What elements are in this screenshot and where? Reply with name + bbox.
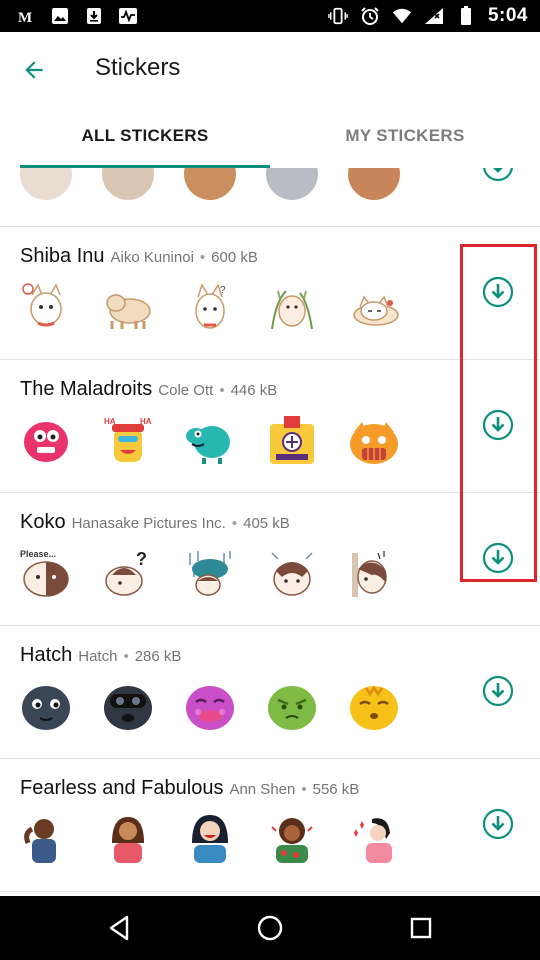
pack-author: Ann Shen (229, 781, 296, 798)
sticker-thumbnail (20, 168, 72, 200)
sticker-thumbnail (102, 813, 154, 865)
nav-back-button[interactable] (103, 912, 135, 944)
sticker-pack-list[interactable]: Shiba Inu Aiko Kuninoi • 600 kB ? The Ma… (0, 168, 540, 896)
sticker-thumbnail (184, 168, 236, 200)
pack-size: 556 kB (312, 781, 360, 798)
sticker-thumbnail: HA HA (102, 414, 154, 466)
sticker-thumbnail (266, 281, 318, 333)
home-circle-icon (257, 915, 283, 941)
separator-dot: • (301, 781, 307, 798)
sticker-pack-fearless-and-fabulous[interactable]: Fearless and Fabulous Ann Shen • 556 kB (0, 759, 540, 892)
nav-home-button[interactable] (254, 912, 286, 944)
sticker-thumbnail (102, 680, 154, 732)
arrow-left-icon (25, 61, 43, 79)
nav-recents-button[interactable] (405, 912, 437, 944)
sticker-thumbnail (184, 680, 236, 732)
sticker-pack-koko[interactable]: Koko Hanasake Pictures Inc. • 405 kB Ple… (0, 493, 540, 626)
sticker-thumbnail (266, 547, 318, 599)
pack-author: Cole Ott (158, 382, 214, 399)
back-button[interactable] (16, 52, 52, 88)
svg-text:Please...: Please... (20, 549, 56, 559)
download-circle-icon (482, 675, 514, 707)
sticker-thumbnail (348, 168, 400, 200)
separator-dot: • (219, 382, 225, 399)
app-bar: Stickers (0, 32, 540, 104)
sticker-thumbnail (266, 680, 318, 732)
sticker-thumbnail: ? (102, 547, 154, 599)
page-title: Stickers (95, 54, 181, 81)
sticker-thumbnail: ? (184, 281, 236, 333)
sticker-pack-hatch[interactable]: Hatch Hatch • 286 kB (0, 626, 540, 759)
alarm-icon (360, 6, 380, 26)
sticker-thumbnail (348, 281, 400, 333)
pack-author: Hatch (78, 648, 118, 665)
pulse-icon (118, 6, 138, 26)
partial-pack-row[interactable] (0, 168, 540, 227)
svg-text:HA: HA (140, 417, 152, 426)
download-circle-icon (483, 168, 513, 182)
pack-size: 600 kB (211, 249, 258, 266)
pack-size: 286 kB (134, 648, 182, 665)
sticker-thumbnail (184, 547, 236, 599)
pack-author: Aiko Kuninoi (110, 249, 194, 266)
download-notification-icon (84, 6, 104, 26)
download-circle-icon (482, 808, 514, 840)
battery-icon (456, 6, 476, 26)
pack-name: Fearless and Fabulous (20, 777, 224, 799)
sticker-thumbnail (102, 281, 154, 333)
pack-name: The Maladroits (20, 378, 153, 400)
photo-icon (50, 6, 70, 26)
download-button[interactable] (482, 168, 514, 182)
status-bar: M 5:04 (0, 0, 540, 32)
wifi-icon (392, 6, 412, 26)
svg-text:HA: HA (104, 417, 116, 426)
tab-all-stickers[interactable]: ALL STICKERS (20, 104, 270, 168)
separator-dot: • (123, 648, 129, 665)
sticker-thumbnail (266, 414, 318, 466)
navigation-bar (0, 896, 540, 960)
pack-name: Koko (20, 511, 66, 533)
back-triangle-icon (109, 915, 129, 941)
signal-icon (424, 6, 444, 26)
status-time: 5:04 (487, 5, 528, 26)
sticker-thumbnail (184, 414, 236, 466)
svg-text:?: ? (136, 549, 147, 569)
svg-text:M: M (18, 10, 32, 24)
tab-bar: ALL STICKERS MY STICKERS (0, 104, 540, 168)
sticker-thumbnail (20, 813, 72, 865)
sticker-thumbnail (184, 813, 236, 865)
sticker-thumbnail (20, 281, 72, 333)
recents-square-icon (410, 917, 432, 939)
tab-my-stickers[interactable]: MY STICKERS (270, 104, 540, 168)
download-button[interactable] (482, 675, 514, 707)
sticker-thumbnail (20, 680, 72, 732)
sticker-thumbnail (348, 680, 400, 732)
pack-name: Shiba Inu (20, 245, 105, 267)
svg-text:?: ? (220, 285, 226, 296)
download-button[interactable] (482, 808, 514, 840)
sticker-thumbnail: Please... (20, 547, 72, 599)
vibrate-icon (328, 6, 348, 26)
highlight-box (460, 244, 537, 582)
sticker-thumbnail (266, 168, 318, 200)
sticker-pack-shiba-inu[interactable]: Shiba Inu Aiko Kuninoi • 600 kB ? (0, 227, 540, 360)
pack-name: Hatch (20, 644, 73, 666)
sticker-thumbnail (348, 813, 400, 865)
sticker-thumbnail (266, 813, 318, 865)
sticker-thumbnail (20, 414, 72, 466)
sticker-thumbnail (348, 547, 400, 599)
separator-dot: • (231, 515, 238, 532)
pack-size: 405 kB (243, 515, 290, 532)
gmail-icon: M (16, 6, 36, 26)
separator-dot: • (199, 249, 206, 266)
pack-size: 446 kB (230, 382, 278, 399)
sticker-thumbnail (348, 414, 400, 466)
sticker-thumbnail (102, 168, 154, 200)
sticker-pack-the-maladroits[interactable]: The Maladroits Cole Ott • 446 kB HA HA (0, 360, 540, 493)
pack-author: Hanasake Pictures Inc. (71, 515, 226, 532)
